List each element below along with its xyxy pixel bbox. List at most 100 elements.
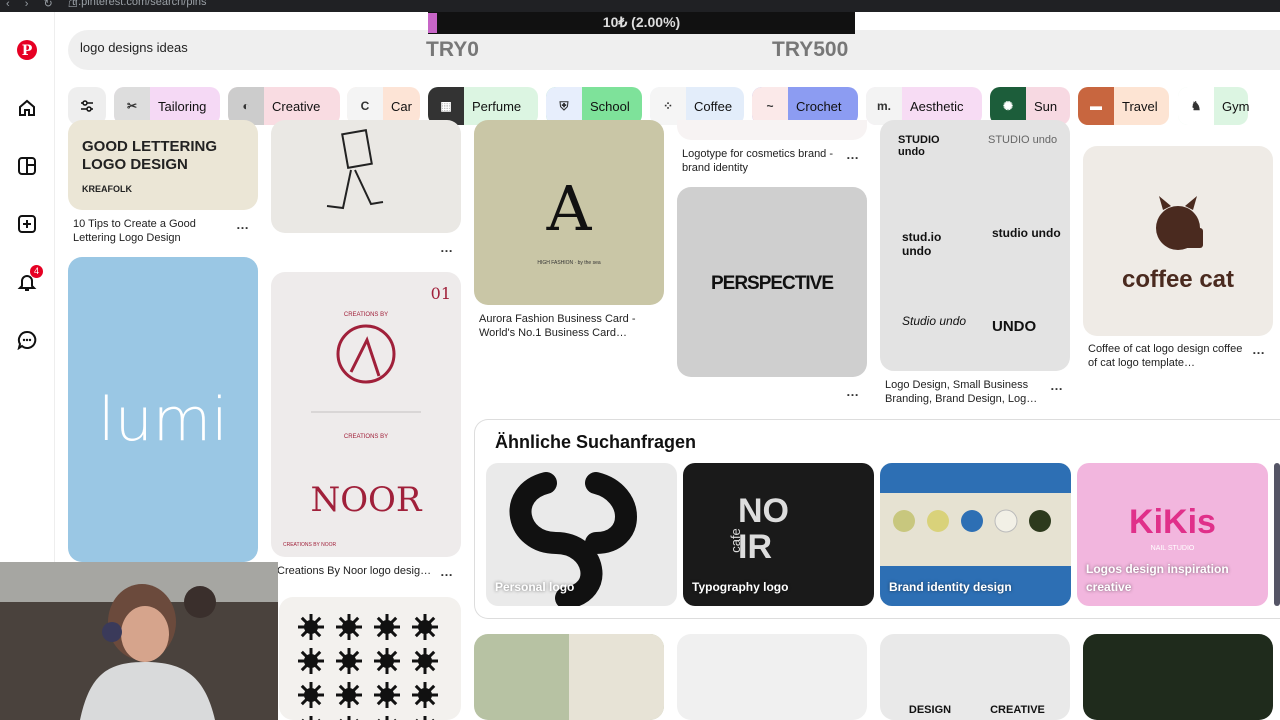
aurora-monogram: A — [546, 172, 592, 245]
pin-aurora-image[interactable]: A HIGH FASHION · by the sea — [474, 120, 664, 305]
typography-logo-letters: NO IR — [738, 492, 789, 566]
chip-label: Crochet — [796, 98, 842, 114]
sunburst-center — [342, 688, 356, 702]
chip-thumbnail: ♞ — [1178, 87, 1214, 125]
lettering-brand: KREAFOLK — [82, 184, 132, 194]
perspective-word: PERSPECTIVE — [710, 273, 834, 294]
noor-word: NOOR — [310, 480, 422, 520]
home-icon[interactable] — [15, 96, 39, 120]
pin-walking-figure-image[interactable] — [271, 120, 461, 233]
pin-leaf-image[interactable] — [474, 634, 664, 720]
sunburst-center — [380, 654, 394, 668]
studio-mark: UNDO — [992, 318, 1037, 335]
sunburst-center — [418, 654, 432, 668]
more-options-icon[interactable]: … — [846, 384, 860, 399]
chip-label: School — [590, 98, 630, 114]
similar-search-label: Personal logo — [495, 580, 575, 594]
pin-lettering-image[interactable]: GOOD LETTERING LOGO DESIGN KREAFOLK — [68, 120, 258, 210]
sunburst-center — [380, 688, 394, 702]
similar-search-label: Typography logo — [692, 580, 789, 594]
chip-label: Sun — [1034, 98, 1058, 114]
pinterest-logo-icon[interactable]: P — [15, 38, 39, 62]
similar-search-card-partial[interactable] — [1274, 463, 1280, 606]
sunburst-center — [304, 620, 318, 634]
filter-chip-travel[interactable]: ▬ Travel — [1078, 87, 1169, 125]
search-input[interactable] — [80, 40, 380, 55]
design-word: DESIGN — [908, 704, 952, 716]
pin-studio-undo-image[interactable]: STUDIO undo STUDIO undo stud.io undo stu… — [880, 120, 1070, 371]
pin-coffee-cat-image[interactable]: coffee cat — [1083, 146, 1273, 336]
chip-label: Perfume — [472, 98, 522, 114]
typography-logo-cafe: cafe — [727, 528, 743, 553]
pin-cosmetics-image[interactable] — [677, 120, 867, 140]
notification-badge: 4 — [30, 265, 43, 278]
studio-mark: studio undo — [992, 226, 1061, 240]
kiki-logo-word: KiKis — [1129, 503, 1216, 541]
more-options-icon[interactable]: … — [440, 564, 454, 579]
filter-chips-bar: ✂ Tailoring ◐ Creative C Car ▦ Perfume ⛨ School ⁘ C… — [68, 85, 1280, 125]
lettering-title-2: LOGO DESIGN — [82, 156, 188, 173]
lettering-title-1: GOOD LETTERING — [82, 138, 217, 155]
sunburst-pattern — [298, 614, 438, 720]
chip-label: Car — [391, 98, 412, 114]
pin-caption[interactable]: Coffee of cat logo design coffee of cat … — [1088, 342, 1248, 370]
browser-url[interactable]: tr.pinterest.com/search/pins — [72, 0, 207, 8]
more-options-icon[interactable]: … — [1252, 342, 1266, 357]
pin-dark-green-image[interactable] — [1083, 634, 1273, 720]
studio-mark: Studio undo — [902, 314, 967, 328]
pin-noor-image[interactable]: CREATIONS BY 01 CREATIONS BY NOOR CREATI… — [271, 272, 461, 557]
create-icon[interactable] — [15, 212, 39, 236]
donation-min-label: TRY0 — [426, 38, 479, 61]
pin-caption[interactable]: Aurora Fashion Business Card - World's N… — [479, 312, 644, 340]
sunburst-center — [342, 654, 356, 668]
similar-search-card[interactable]: Brand identity design — [880, 463, 1071, 606]
studio-mark: STUDIO undo — [898, 134, 940, 158]
noor-label-2: CREATIONS BY — [343, 434, 389, 440]
messages-icon[interactable] — [15, 328, 39, 352]
leaf-panel — [569, 634, 664, 720]
more-options-icon[interactable]: … — [440, 240, 454, 255]
pin-fish-image[interactable] — [677, 634, 867, 720]
svg-text:P: P — [22, 43, 33, 59]
search-bar[interactable] — [68, 30, 1280, 70]
kiki-logo-sub: NAIL STUDIO — [1150, 545, 1195, 552]
pin-caption[interactable]: Logo Design, Small Business Branding, Br… — [885, 378, 1050, 406]
pin-sunburst-image[interactable] — [279, 597, 461, 720]
similar-search-label: Logos design inspiration creative — [1086, 562, 1229, 594]
walking-figure-illustration — [326, 129, 384, 210]
pin-caption[interactable]: 10 Tips to Create a Good Lettering Logo … — [73, 217, 233, 245]
boards-icon[interactable] — [15, 154, 39, 178]
similar-search-label: Brand identity design — [889, 580, 1012, 594]
coffee-cat-logo — [1156, 196, 1203, 250]
chip-thumbnail: ▬ — [1078, 87, 1114, 125]
sunburst-center — [304, 688, 318, 702]
pin-caption[interactable]: Creations By Noor logo desig… — [277, 564, 437, 578]
donation-progress-text: 10₺ (2.00%) — [602, 14, 681, 30]
sunburst-center — [418, 688, 432, 702]
notifications-icon[interactable]: 4 — [15, 265, 43, 294]
aurora-small-text: HIGH FASHION · by the sea — [537, 260, 601, 266]
studio-mark: STUDIO undo — [988, 134, 1058, 146]
similar-searches-title: Ähnliche Suchanfragen — [495, 432, 697, 452]
sunburst-center — [380, 620, 394, 634]
chip-label: Tailoring — [158, 98, 207, 114]
more-options-icon[interactable]: … — [1050, 378, 1064, 393]
more-options-icon[interactable]: … — [236, 217, 250, 232]
similar-search-card[interactable]: KiKis NAIL STUDIO Logos design inspirati… — [1077, 463, 1268, 606]
similar-search-card[interactable]: NO IR cafe Typography logo — [683, 463, 874, 606]
sunburst-center — [304, 654, 318, 668]
pin-lumi-image[interactable]: lumi — [68, 257, 258, 562]
sliders-icon — [81, 100, 93, 112]
creative-word: CREATIVE — [990, 704, 1045, 716]
donation-max-label: TRY500 — [772, 38, 849, 61]
pin-perspective-image[interactable]: PERSPECTIVE — [677, 187, 867, 377]
pin-caption[interactable]: Logotype for cosmetics brand - brand ide… — [682, 147, 847, 175]
chip-label: Travel — [1122, 98, 1158, 114]
streamer-webcam-feed — [0, 562, 278, 720]
filter-chip-gym[interactable]: ♞ Gym — [1178, 87, 1249, 125]
noor-footer: CREATIONS BY NOOR — [283, 542, 337, 548]
more-options-icon[interactable]: … — [846, 147, 860, 162]
similar-search-card[interactable]: Personal logo — [486, 463, 677, 606]
lumi-logo-text: lumi — [98, 385, 228, 455]
pin-design-creative-image[interactable]: DESIGN CREATIVE — [880, 634, 1070, 720]
